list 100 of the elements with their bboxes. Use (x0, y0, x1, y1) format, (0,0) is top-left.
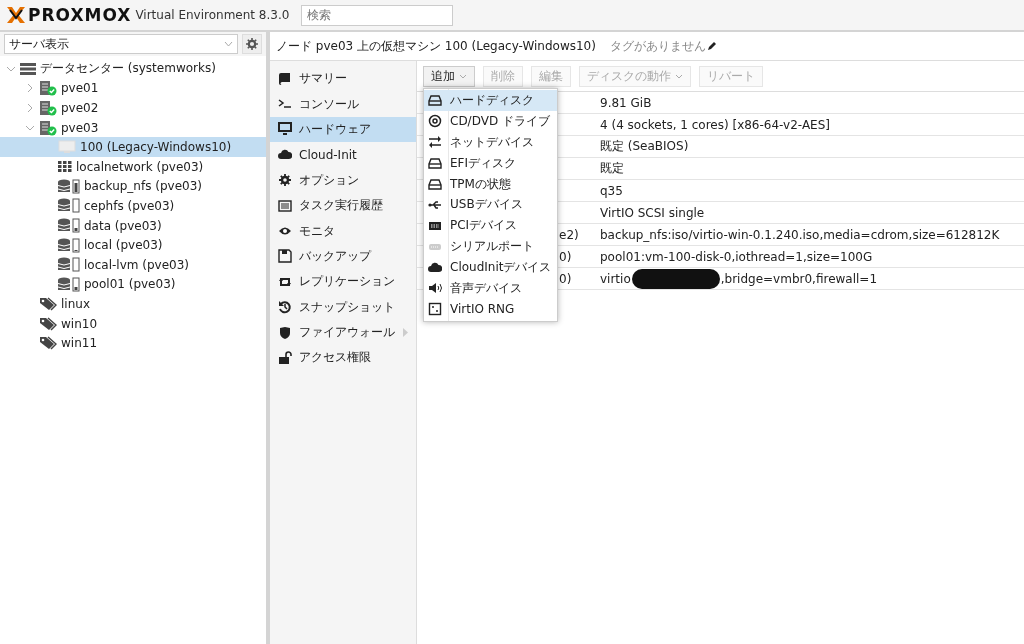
history-icon (278, 300, 292, 315)
tree-item[interactable]: pve03 (0, 117, 266, 138)
toolbar-button[interactable]: 追加 (423, 65, 475, 87)
table-cell: virtio (600, 271, 631, 286)
tree-label: pve03 (61, 120, 99, 135)
tag-icon (39, 336, 57, 351)
table-cell: 0) (559, 249, 572, 264)
menu-item[interactable]: PCIデバイス (424, 215, 558, 237)
tree-item[interactable]: local-lvm (pve03) (0, 254, 266, 275)
menu-item[interactable]: CD/DVD ドライブ (424, 110, 558, 132)
nav-item[interactable]: サマリー (270, 66, 416, 92)
table-cell: e2) (559, 227, 579, 242)
tree-item[interactable]: localnetwork (pve03) (0, 156, 266, 177)
table-cell: backup_nfs:iso/virtio-win-0.1.240.iso,media=cdrom,size=612812K (600, 227, 1000, 242)
tree-label: localnetwork (pve03) (76, 159, 204, 174)
tree-label: win10 (61, 316, 98, 331)
tree-item[interactable]: linux (0, 294, 266, 314)
menu-item[interactable]: ネットデバイス (424, 131, 558, 153)
table-cell: 既定 (600, 160, 624, 177)
menu-item[interactable]: CloudInitデバイス (424, 257, 558, 278)
tree-item[interactable]: pve01 (0, 78, 266, 99)
monitor-icon (278, 122, 292, 137)
database-icon (58, 237, 80, 253)
tree-label: pool01 (pve03) (84, 277, 176, 292)
table-cell: 4 (4 sockets, 1 cores) [x86-64-v2-AES] (600, 117, 830, 132)
table-cell: VirtIO SCSI single (600, 205, 705, 220)
tree-item[interactable]: 100 (Legacy-Windows10) (0, 137, 266, 157)
tree-label: cephfs (pve03) (84, 198, 175, 213)
hard-drive-icon (428, 93, 442, 108)
tree-label: linux (61, 296, 90, 311)
x-logo-icon (6, 6, 26, 24)
grid-icon (58, 161, 72, 173)
menu-item[interactable]: シリアルポート (424, 236, 558, 258)
table-cell: pool01:vm-100-disk-0,iothread=1,size=100G (600, 249, 873, 264)
page-title: ノード pve03 上の仮想マシン 100 (Legacy-Windows10) (276, 37, 596, 55)
monitor-icon (58, 140, 76, 155)
product-version: Virtual Environment 8.3.0 (135, 8, 290, 22)
nav-item[interactable]: ファイアウォール (270, 319, 416, 346)
nav-item[interactable]: オプション (270, 167, 416, 193)
tree-label: data (pve03) (84, 218, 162, 233)
shield-icon (278, 325, 292, 340)
tree-item[interactable]: pool01 (pve03) (0, 274, 266, 295)
nav-item[interactable]: モニタ (270, 218, 416, 244)
nav-item[interactable]: コンソール (270, 91, 416, 117)
nav-item[interactable]: Cloud-Init (270, 142, 416, 168)
server-icon (39, 100, 57, 116)
menu-item[interactable]: TPMの状態 (424, 173, 558, 195)
chevron-down-icon (224, 41, 233, 47)
exchange-icon (428, 135, 442, 150)
tree-item[interactable]: data (pve03) (0, 215, 266, 236)
settings-button[interactable] (242, 34, 262, 54)
logo: PROXMOX (6, 5, 132, 25)
pencil-icon (706, 41, 717, 51)
menu-item[interactable]: 音声デバイス (424, 278, 558, 299)
tag-icon (39, 316, 57, 331)
table-cell: 既定 (SeaBIOS) (600, 138, 689, 155)
menu-item[interactable]: VirtIO RNG (424, 298, 558, 320)
cloud-icon (428, 260, 442, 275)
hard-drive-icon (428, 177, 442, 191)
nav-item[interactable]: レプリケーション (270, 269, 416, 295)
tree-label: 100 (Legacy-Windows10) (80, 140, 232, 155)
server-icon (39, 119, 57, 136)
tree-item[interactable]: local (pve03) (0, 235, 266, 255)
table-cell: q35 (600, 183, 623, 198)
server-rack-icon (20, 62, 36, 75)
nav-item[interactable]: スナップショット (270, 294, 416, 320)
tree-item[interactable]: win10 (0, 313, 266, 334)
chevron-right-icon[interactable] (25, 83, 35, 94)
speaker-icon (428, 281, 442, 296)
cloud-icon (278, 147, 292, 162)
nav-item[interactable]: バックアップ (270, 243, 416, 270)
tree-item[interactable]: pve02 (0, 98, 266, 118)
search-field[interactable]: 検索 (301, 4, 454, 26)
gear-icon (278, 173, 292, 188)
table-cell: 0) (559, 271, 572, 286)
tree-item[interactable]: データセンター (systemworks) (0, 59, 266, 79)
nav-item[interactable]: ハードウェア (270, 116, 416, 143)
tree-item[interactable]: backup_nfs (pve03) (0, 176, 266, 197)
chevron-right-icon[interactable] (25, 103, 35, 113)
tree-label: local-lvm (pve03) (84, 257, 189, 272)
database-icon (58, 178, 80, 194)
tree-label: local (pve03) (84, 238, 163, 253)
nav-item[interactable]: タスク実行履歴 (270, 192, 416, 219)
database-icon (58, 276, 80, 292)
menu-item[interactable]: USBデバイス (424, 194, 558, 216)
list-icon (278, 198, 292, 213)
tree-item[interactable]: cephfs (pve03) (0, 196, 266, 216)
tree-label: pve01 (61, 81, 99, 96)
tree-label: win11 (61, 336, 98, 351)
view-select[interactable]: サーバ表示 (4, 34, 238, 54)
tags-edit-link[interactable]: タグがありません (609, 37, 717, 55)
tag-icon (39, 296, 57, 311)
tree-item[interactable]: win11 (0, 333, 266, 353)
tree-label: backup_nfs (pve03) (84, 179, 202, 194)
menu-item[interactable]: ハードディスク (424, 90, 558, 111)
disc-icon (428, 114, 442, 129)
database-icon (58, 218, 80, 234)
database-icon (58, 198, 80, 214)
menu-item[interactable]: EFIディスク (424, 152, 558, 174)
nav-item[interactable]: アクセス権限 (270, 345, 416, 371)
